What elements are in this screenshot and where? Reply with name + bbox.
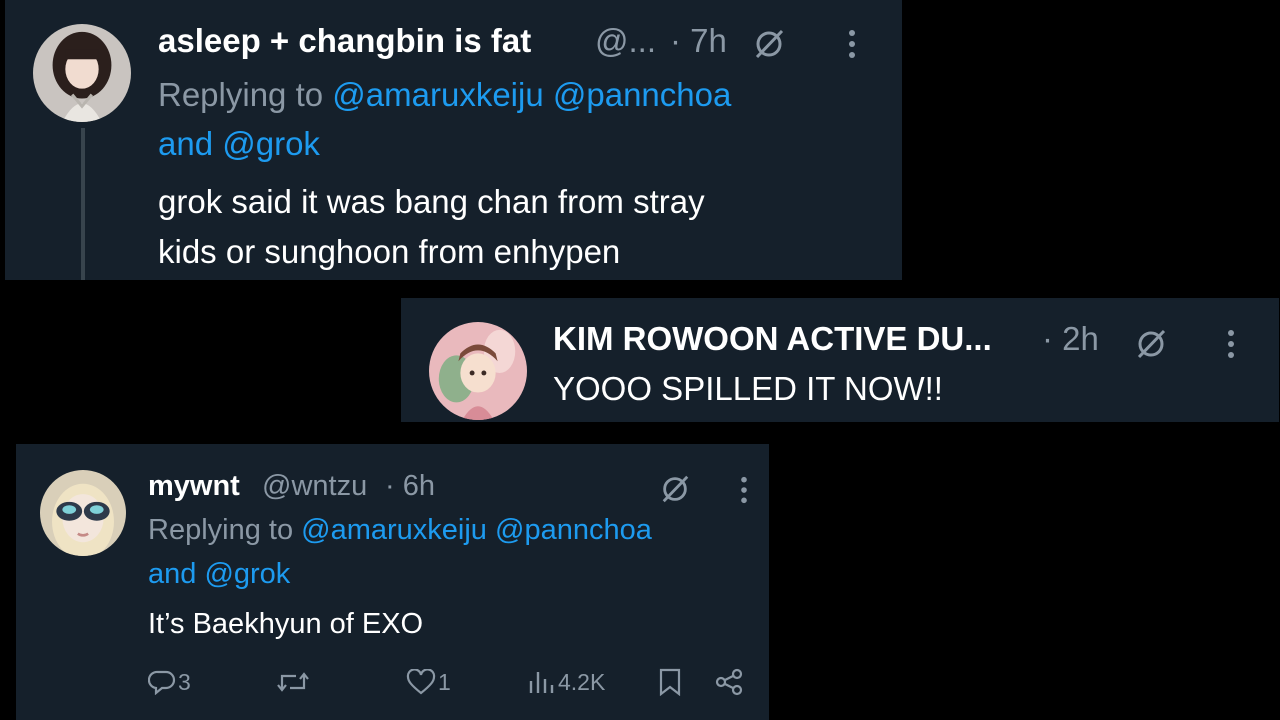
timestamp[interactable]: · 2h (1042, 320, 1099, 358)
views-count: 4.2K (558, 668, 606, 695)
timestamp[interactable]: · 7h (670, 22, 727, 60)
views-button[interactable]: 4.2K (528, 666, 605, 698)
tweet-text-line: grok said it was bang chan from stray (158, 183, 705, 220)
replying-to-continued: and @grok (148, 558, 290, 591)
share-button[interactable] (714, 666, 746, 698)
views-icon (528, 669, 558, 695)
thread-line (81, 128, 85, 280)
tweet-card-2[interactable]: KIM ROWOON ACTIVE DU... · 2h YOOO SPILLE… (401, 298, 1279, 422)
replying-to: Replying to @amaruxkeiju @pannchoa (158, 76, 731, 114)
tweet-card-3[interactable]: mywnt @wntzu · 6h Replying to @amaruxkei… (16, 444, 769, 720)
heart-icon (406, 669, 438, 695)
display-name[interactable]: mywnt (148, 470, 240, 503)
mention-link[interactable]: @amaruxkeiju (332, 76, 543, 113)
reply-button[interactable]: 3 (148, 666, 191, 698)
more-vertical-icon[interactable] (1214, 324, 1248, 364)
tweet-text: YOOO SPILLED IT NOW!! (553, 370, 943, 407)
display-name[interactable]: asleep + changbin is fat (158, 22, 531, 60)
avatar[interactable] (40, 470, 126, 556)
replying-to-continued: and @grok (158, 125, 320, 163)
grok-icon[interactable] (656, 470, 694, 508)
tweet-text-line: kids or sunghoon from enhypen (158, 233, 621, 270)
retweet-icon (276, 669, 312, 695)
handle[interactable]: @... (595, 22, 656, 60)
replying-to: Replying to @amaruxkeiju @pannchoa (148, 514, 652, 547)
replying-to-label: Replying to (158, 76, 324, 113)
replying-to-label: Replying to (148, 514, 294, 546)
display-name[interactable]: KIM ROWOON ACTIVE DU... (553, 320, 992, 358)
more-vertical-icon[interactable] (728, 472, 760, 508)
share-icon (714, 668, 746, 696)
and-label: and (148, 558, 197, 590)
avatar[interactable] (429, 322, 527, 420)
bookmark-button[interactable] (658, 666, 684, 698)
reply-icon (148, 669, 178, 695)
like-count: 1 (438, 668, 451, 695)
tweet-card-1[interactable]: asleep + changbin is fat @... · 7h Reply… (5, 0, 902, 280)
reply-count: 3 (178, 668, 191, 695)
timestamp[interactable]: · 6h (385, 470, 435, 503)
mention-link[interactable]: @amaruxkeiju (301, 514, 487, 546)
mention-link[interactable]: @pannchoa (495, 514, 652, 546)
grok-icon[interactable] (1131, 324, 1171, 364)
retweet-button[interactable] (276, 666, 312, 698)
bookmark-icon (658, 668, 684, 696)
handle[interactable]: @wntzu (262, 470, 367, 503)
mention-link[interactable]: @grok (204, 558, 290, 590)
tweet-text: It’s Baekhyun of EXO (148, 608, 424, 640)
mention-link[interactable]: @pannchoa (553, 76, 731, 113)
and-label: and (158, 125, 214, 162)
grok-icon[interactable] (749, 24, 789, 64)
mention-link[interactable]: @grok (222, 125, 320, 162)
more-vertical-icon[interactable] (835, 24, 869, 64)
avatar[interactable] (33, 24, 131, 122)
like-button[interactable]: 1 (406, 666, 451, 698)
